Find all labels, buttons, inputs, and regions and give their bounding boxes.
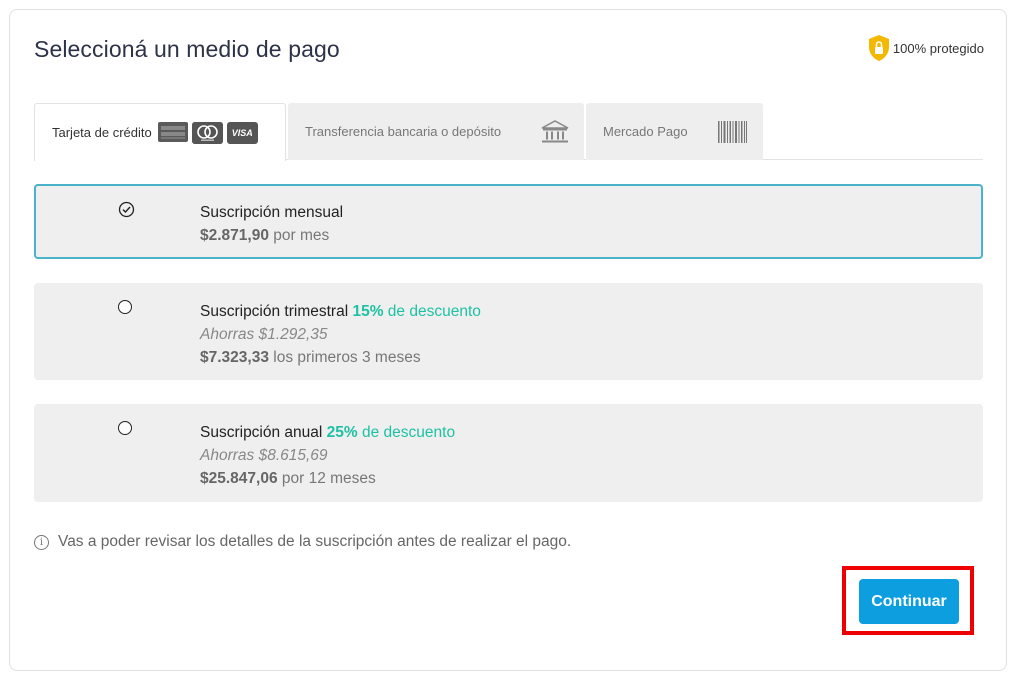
shield-lock-icon	[867, 34, 891, 62]
discount-percent: 25%	[326, 424, 358, 441]
tab-bank-transfer[interactable]: Transferencia bancaria o depósito	[288, 103, 584, 160]
visa-icon: VISA	[226, 121, 258, 144]
plan-title-line: Suscripción anual 25% de descuento	[200, 421, 455, 444]
tab-label: Tarjeta de crédito	[52, 125, 152, 140]
plan-price-suffix: por mes	[268, 227, 330, 244]
plan-price: $7.323,33	[200, 349, 269, 366]
plan-name: Suscripción trimestral	[200, 303, 349, 320]
plan-details: Suscripción mensual $2.871,90 por mes	[200, 201, 343, 247]
continue-button[interactable]: Continuar	[859, 579, 959, 624]
info-icon: i	[34, 534, 49, 550]
bank-icon	[540, 119, 570, 148]
card-brand-icons: VISA	[157, 121, 258, 144]
tab-credit-card[interactable]: Tarjeta de crédito VISA	[34, 103, 286, 161]
tab-label: Mercado Pago	[603, 124, 688, 139]
mastercard-icon	[191, 121, 223, 144]
info-note: i Vas a poder revisar los detalles de la…	[34, 533, 571, 551]
plan-price-line: $25.847,06 por 12 meses	[200, 467, 455, 490]
plan-savings: Ahorras $8.615,69	[200, 447, 328, 464]
plan-title-line: Suscripción trimestral 15% de descuento	[200, 300, 481, 323]
plan-option-monthly[interactable]: Suscripción mensual $2.871,90 por mes	[34, 184, 983, 259]
discount-text: de descuento	[357, 424, 456, 441]
protected-label: 100% protegido	[892, 40, 984, 56]
plan-name: Suscripción mensual	[200, 204, 344, 221]
info-text: Vas a poder revisar los detalles de la s…	[58, 533, 572, 550]
amex-icon	[157, 121, 188, 142]
plan-price-suffix: por 12 meses	[277, 470, 376, 487]
tab-label: Transferencia bancaria o depósito	[305, 124, 502, 139]
discount-badge: 25% de descuento	[327, 424, 455, 441]
page-title: Seleccioná un medio de pago	[34, 36, 340, 62]
plan-details: Suscripción trimestral 15% de descuento …	[200, 300, 481, 369]
discount-percent: 15%	[352, 303, 384, 320]
discount-badge: 15% de descuento	[352, 303, 480, 320]
discount-text: de descuento	[383, 303, 481, 320]
plan-savings: Ahorras $1.292,35	[200, 326, 328, 343]
protected-badge: 100% protegido	[867, 34, 984, 62]
plan-details: Suscripción anual 25% de descuento Ahorr…	[200, 421, 455, 490]
plan-price: $25.847,06	[200, 470, 278, 487]
plan-option-annual[interactable]: Suscripción anual 25% de descuento Ahorr…	[34, 404, 983, 502]
plan-price-line: $7.323,33 los primeros 3 meses	[200, 346, 481, 369]
plan-price-suffix: los primeros 3 meses	[268, 349, 421, 366]
plan-price-line: $2.871,90 por mes	[200, 224, 343, 247]
radio-button[interactable]	[118, 421, 132, 435]
payment-method-tabs: Tarjeta de crédito VISA Transferencia ba…	[34, 103, 983, 161]
plan-name: Suscripción anual	[200, 424, 323, 441]
plan-option-quarterly[interactable]: Suscripción trimestral 15% de descuento …	[34, 283, 983, 380]
radio-button[interactable]	[118, 300, 132, 314]
barcode-icon	[718, 121, 747, 146]
plan-price: $2.871,90	[200, 227, 269, 244]
tab-mercado-pago[interactable]: Mercado Pago	[586, 103, 763, 160]
check-circle-icon[interactable]	[118, 201, 135, 223]
